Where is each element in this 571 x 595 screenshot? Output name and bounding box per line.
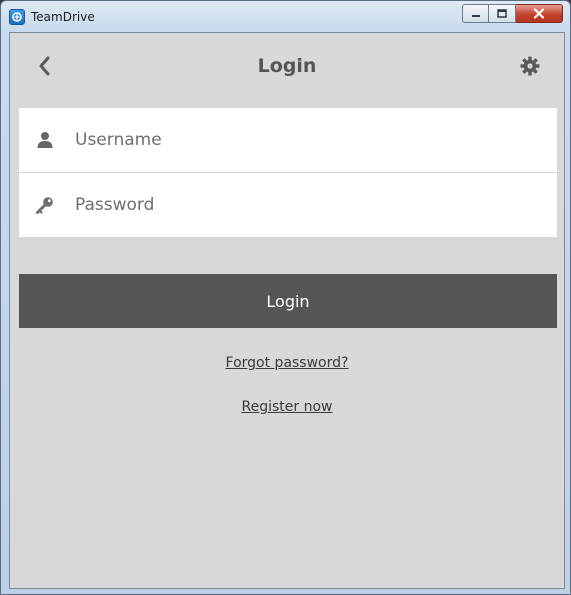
settings-button[interactable]: [514, 51, 546, 81]
username-input[interactable]: [75, 120, 535, 160]
password-row: [19, 172, 557, 237]
register-now-link[interactable]: Register now: [10, 399, 564, 415]
page-title: Login: [257, 55, 317, 77]
teamdrive-logo-icon: [9, 9, 25, 25]
window-title: TeamDrive: [31, 10, 95, 24]
password-input[interactable]: [75, 185, 535, 225]
close-button[interactable]: [516, 4, 563, 23]
maximize-button[interactable]: [489, 4, 516, 23]
window-controls: [462, 4, 563, 24]
login-screen: Login Username Login Forgot password? Re…: [9, 32, 565, 589]
forgot-password-link[interactable]: Forgot password?: [10, 355, 564, 371]
header-bar: Login: [10, 33, 564, 99]
minimize-icon: [471, 14, 480, 17]
login-form: [19, 108, 557, 237]
title-bar[interactable]: TeamDrive: [1, 1, 570, 31]
app-window: TeamDrive Login Username Login Forgot pa…: [0, 0, 571, 595]
key-icon: [35, 195, 55, 215]
username-row: [19, 108, 557, 172]
login-button[interactable]: Login: [19, 274, 557, 328]
maximize-icon: [497, 8, 507, 18]
user-icon: [35, 130, 55, 150]
gear-icon: [520, 56, 540, 76]
close-icon: [533, 8, 545, 19]
minimize-button[interactable]: [462, 4, 489, 23]
